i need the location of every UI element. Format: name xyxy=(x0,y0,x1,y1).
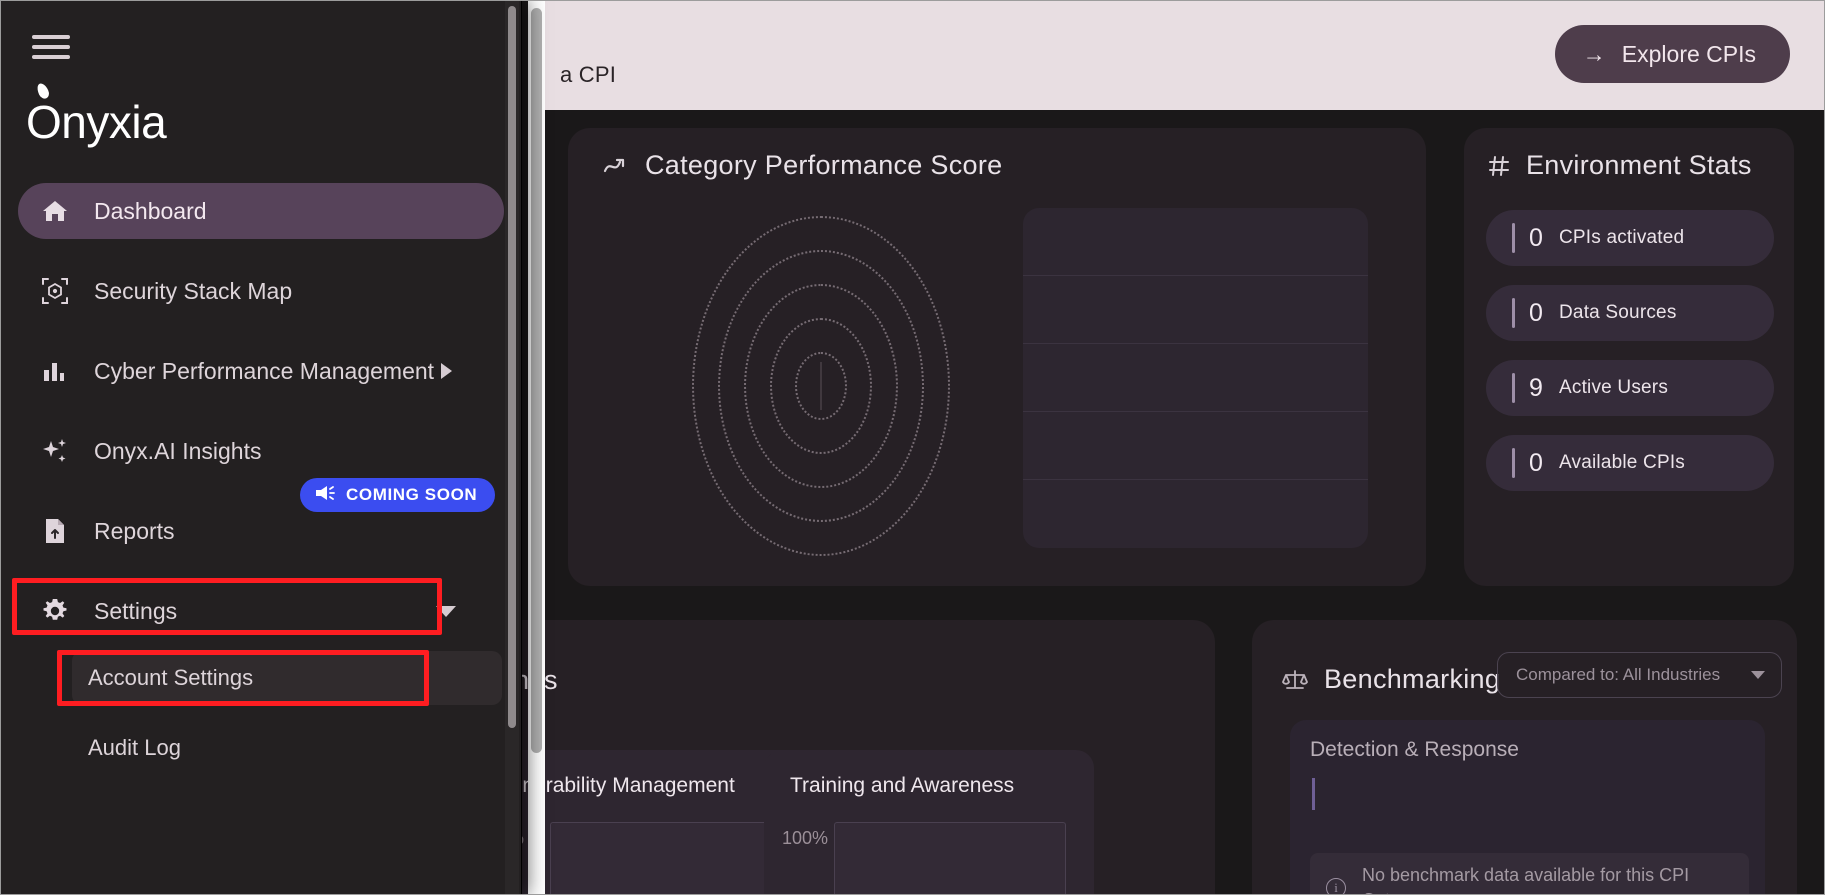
legend-row xyxy=(1023,412,1368,480)
coming-soon-label: COMING SOON xyxy=(346,485,478,504)
sidebar-item-reports[interactable]: Reports xyxy=(18,503,504,559)
stat-value: 0 xyxy=(1529,298,1543,327)
app-screenshot: a CPI → Explore CPIs Category Performanc… xyxy=(0,0,1825,895)
benchmark-category-label: Detection & Response xyxy=(1310,738,1519,761)
sidebar-scrollbar-thumb[interactable] xyxy=(508,6,516,728)
legend-row xyxy=(1023,208,1368,276)
sidebar-scrollbar[interactable] xyxy=(505,0,519,895)
explore-cpis-button[interactable]: → Explore CPIs xyxy=(1554,25,1790,83)
mini-card-training-and-awareness: Training and Awareness 100% xyxy=(764,750,1094,895)
category-performance-title: Category Performance Score xyxy=(645,150,1003,180)
environment-stats-card: Environment Stats 0 CPIs activated 0 Dat… xyxy=(1464,128,1794,586)
stat-value: 0 xyxy=(1529,448,1543,477)
chevron-down-icon xyxy=(1751,671,1765,679)
sidebar-subitem-audit-log[interactable]: Audit Log xyxy=(72,721,502,775)
sidebar-item-label: Settings xyxy=(94,597,178,624)
sidebar-item-label: Dashboard xyxy=(94,197,207,224)
scales-icon xyxy=(1282,668,1308,692)
sparkles-icon xyxy=(40,436,70,466)
stat-available-cpis: 0 Available CPIs xyxy=(1486,435,1774,491)
sidebar-subitem-label: Account Settings xyxy=(88,665,254,690)
sidebar-item-label: Cyber Performance Management xyxy=(94,357,435,384)
stat-label: Available CPIs xyxy=(1559,452,1686,473)
mini-axis-label: 100% xyxy=(782,828,829,848)
category-performance-title-row: Category Performance Score xyxy=(603,150,1002,181)
stat-value: 0 xyxy=(1529,223,1543,252)
stat-data-sources: 0 Data Sources xyxy=(1486,285,1774,341)
radar-chart xyxy=(616,206,1026,566)
bar-chart-icon xyxy=(40,358,70,384)
info-icon: i xyxy=(1326,877,1346,895)
sidebar-subitem-label: Audit Log xyxy=(88,735,181,760)
legend-row xyxy=(1023,480,1368,548)
stat-accent-bar xyxy=(1512,223,1515,253)
sidebar-item-cyber-performance-management[interactable]: Cyber Performance Management xyxy=(18,343,504,399)
stat-value: 9 xyxy=(1529,373,1543,402)
chevron-right-icon xyxy=(441,363,452,379)
stat-accent-bar xyxy=(1512,373,1515,403)
chevron-down-icon xyxy=(436,605,456,617)
compared-to-value: Compared to: All Industries xyxy=(1516,665,1721,684)
top-bar: a CPI → Explore CPIs xyxy=(545,0,1825,110)
trend-line-icon xyxy=(603,155,629,177)
sidebar-item-label: Onyx.AI Insights xyxy=(94,437,262,464)
stat-active-users: 9 Active Users xyxy=(1486,360,1774,416)
cube-scan-icon xyxy=(40,276,70,306)
environment-stats-title: Environment Stats xyxy=(1526,150,1752,180)
explore-cpis-label: Explore CPIs xyxy=(1621,40,1756,67)
sidebar-subitem-account-settings[interactable]: Account Settings xyxy=(72,651,502,705)
mini-plot-area xyxy=(834,822,1066,895)
sidebar-item-dashboard[interactable]: Dashboard xyxy=(18,183,504,239)
stat-accent-bar xyxy=(1512,448,1515,478)
compared-to-select[interactable]: Compared to: All Industries xyxy=(1497,652,1782,698)
stat-label: Active Users xyxy=(1559,377,1669,398)
topbar-partial-text: a CPI xyxy=(560,62,617,87)
gear-icon xyxy=(40,596,70,626)
legend-row xyxy=(1023,344,1368,412)
trends-card: nds ulnerability Management 0% Training … xyxy=(480,620,1215,895)
sidebar: Onyxia Dashboard Security Stack Map Cybe… xyxy=(0,0,522,895)
stat-cpis-activated: 0 CPIs activated xyxy=(1486,210,1774,266)
sidebar-item-label: Security Stack Map xyxy=(94,277,293,304)
benchmark-marker xyxy=(1312,778,1315,810)
hamburger-icon[interactable] xyxy=(32,32,70,62)
benchmarking-title-row: Benchmarking xyxy=(1282,664,1500,695)
no-benchmark-data-notice: i No benchmark data available for this C… xyxy=(1310,853,1749,895)
brand-name: Onyxia xyxy=(26,96,167,148)
page-scrollbar[interactable] xyxy=(528,0,545,895)
legend-row xyxy=(1023,276,1368,344)
mini-card-title: Training and Awareness xyxy=(790,774,1015,797)
benchmarking-card: Benchmarking Compared to: All Industries… xyxy=(1252,620,1797,895)
home-icon xyxy=(40,198,70,224)
stat-label: CPIs activated xyxy=(1559,227,1685,248)
sidebar-item-settings[interactable]: Settings xyxy=(18,583,504,639)
benchmark-category-panel: Detection & Response i No benchmark data… xyxy=(1290,720,1765,895)
stat-label: Data Sources xyxy=(1559,302,1677,323)
sidebar-item-onyx-ai-insights[interactable]: Onyx.AI Insights xyxy=(18,423,504,479)
brand-logo: Onyxia xyxy=(26,81,167,149)
benchmarking-title: Benchmarking xyxy=(1324,664,1501,694)
sidebar-item-security-stack-map[interactable]: Security Stack Map xyxy=(18,263,504,319)
no-benchmark-data-text: No benchmark data available for this CPI… xyxy=(1362,865,1690,895)
mini-plot-area xyxy=(550,822,782,895)
stat-accent-bar xyxy=(1512,298,1515,328)
page-scrollbar-thumb[interactable] xyxy=(531,8,542,753)
chart-legend-panel xyxy=(1023,208,1368,548)
file-upload-icon xyxy=(40,516,70,546)
sidebar-item-label: Reports xyxy=(94,517,175,544)
category-performance-card: Category Performance Score xyxy=(568,128,1426,586)
hash-icon xyxy=(1488,155,1510,177)
arrow-right-icon: → xyxy=(1582,40,1606,67)
environment-stats-title-row: Environment Stats xyxy=(1488,150,1752,181)
